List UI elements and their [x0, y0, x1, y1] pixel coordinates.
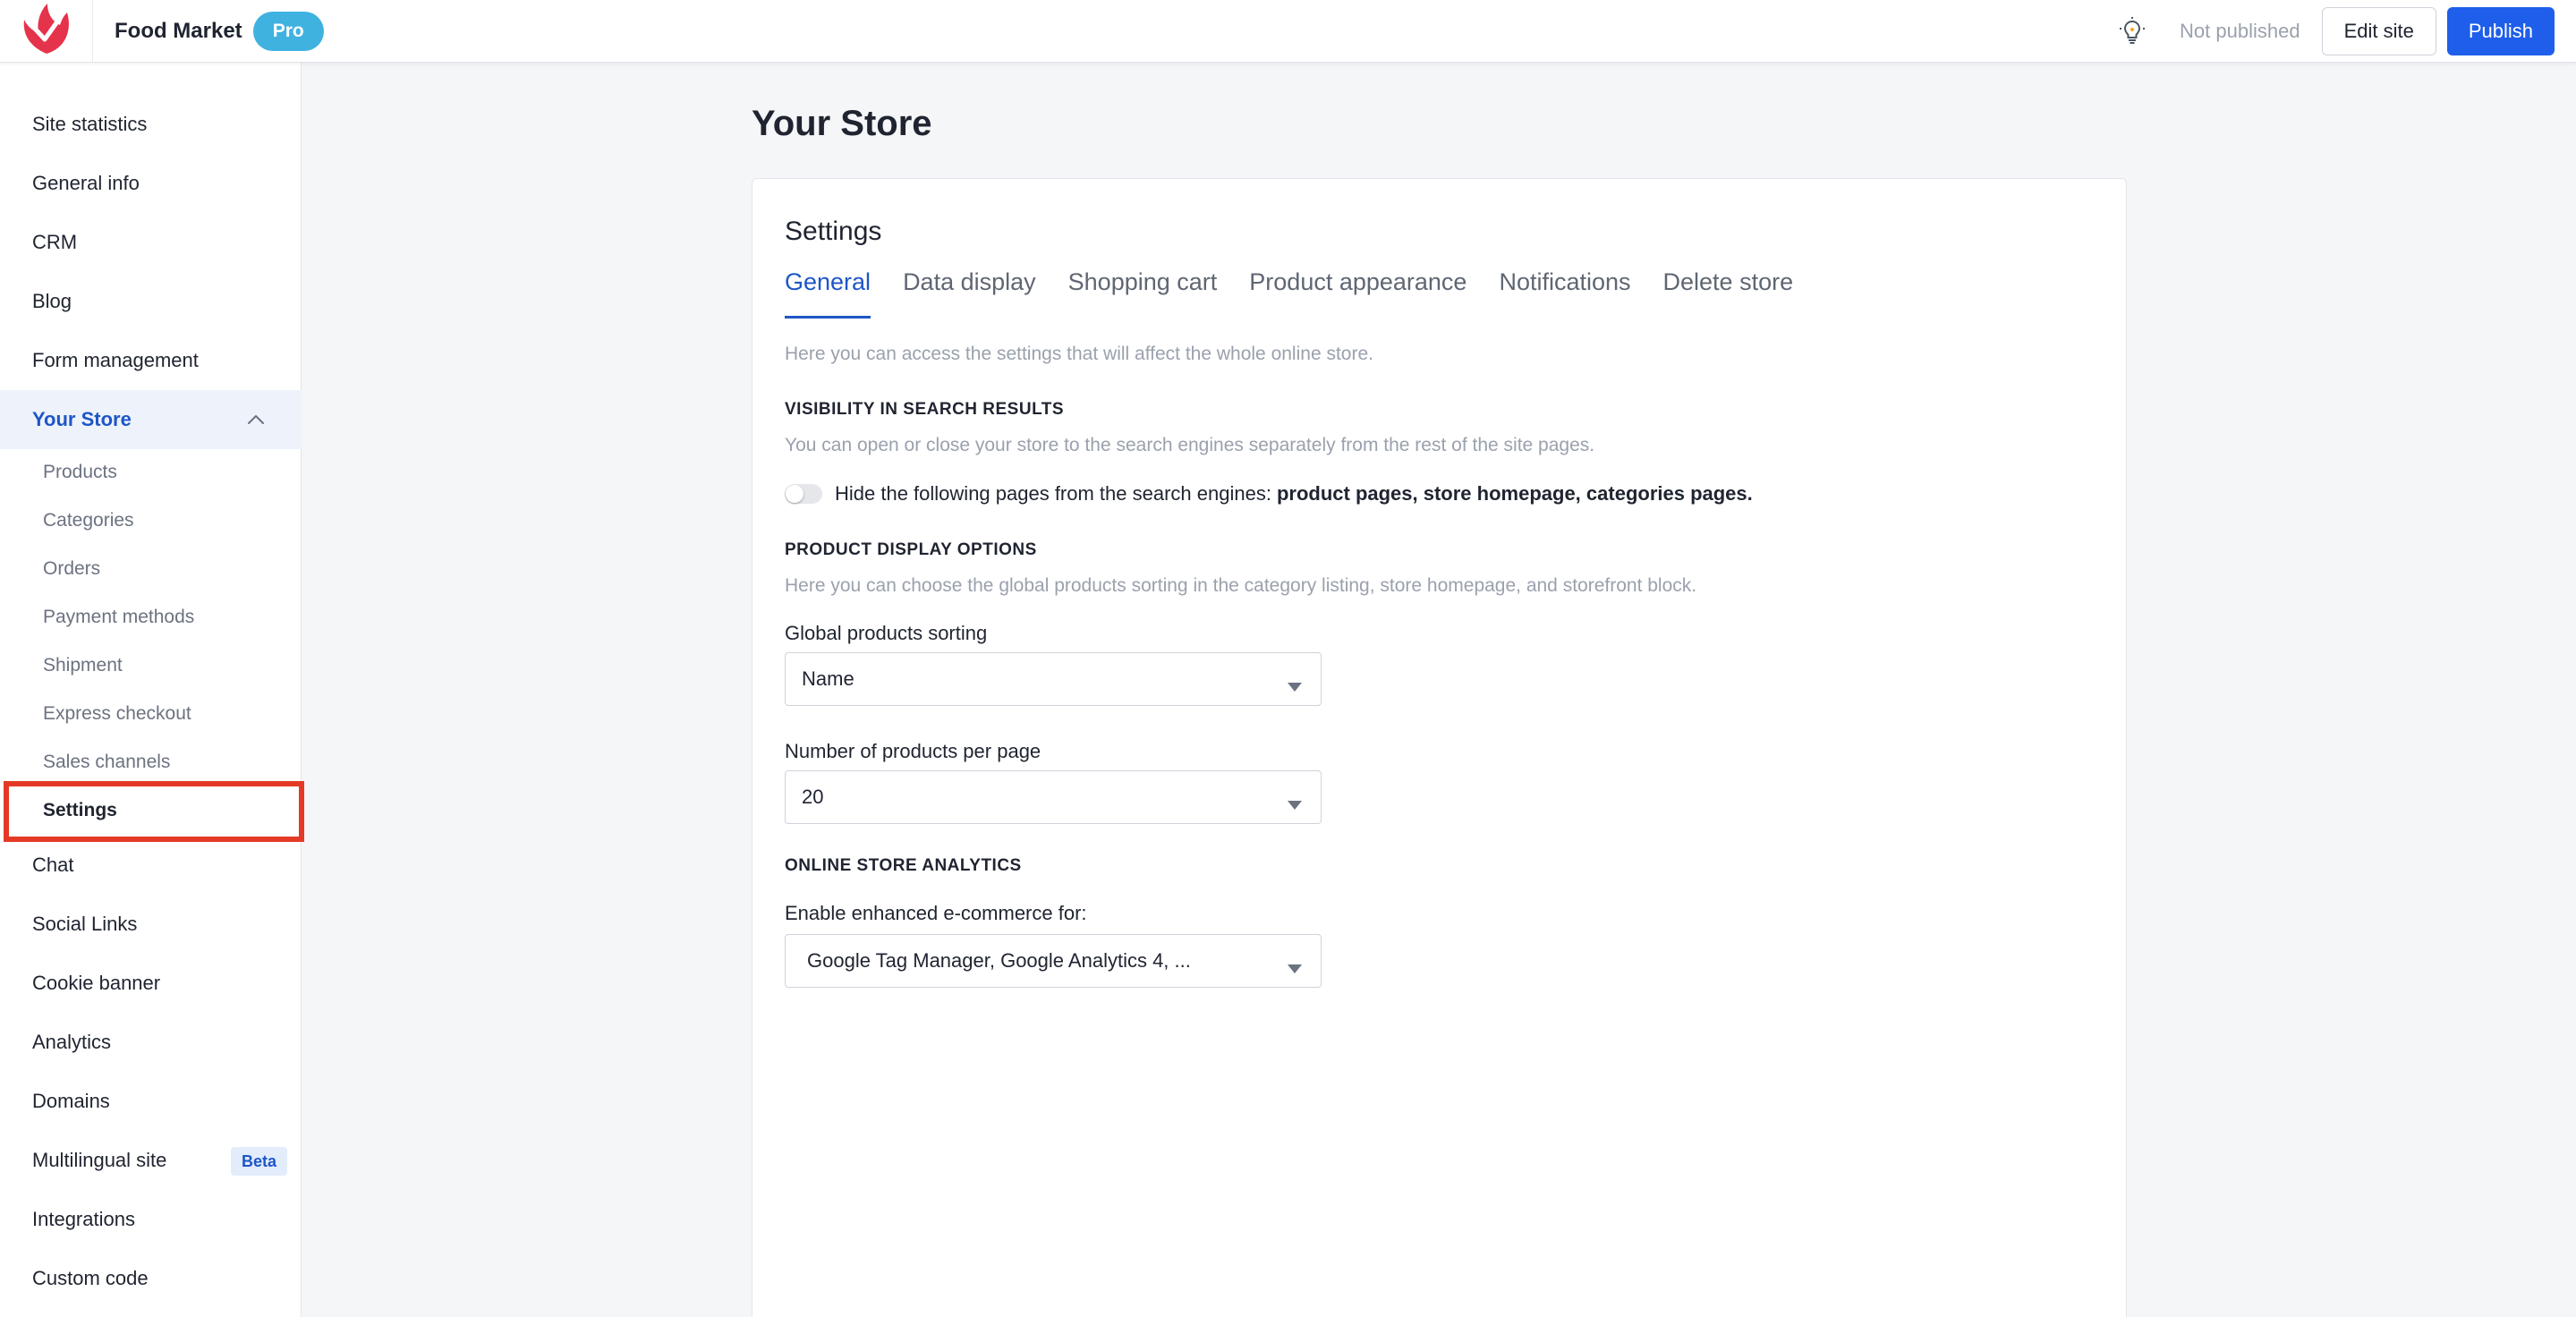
visibility-heading: VISIBILITY IN SEARCH RESULTS: [785, 400, 1065, 419]
hide-pages-toggle[interactable]: [785, 484, 822, 504]
per-page-value: 20: [802, 786, 824, 808]
sidebar-item-blog[interactable]: Blog: [0, 272, 302, 331]
intro-text: Here you can access the settings that wi…: [785, 344, 1373, 364]
brand-logo-icon[interactable]: [21, 2, 72, 60]
tab-general[interactable]: General: [785, 268, 871, 319]
analytics-heading: ONLINE STORE ANALYTICS: [785, 856, 1022, 875]
sidebar-item-domains[interactable]: Domains: [0, 1072, 302, 1131]
top-header: Food Market Pro Not published Edit site …: [0, 0, 2576, 63]
sidebar-item-custom-code[interactable]: Custom code: [0, 1249, 302, 1308]
sidebar-item-label: Settings: [43, 800, 117, 820]
sidebar-item-label: CRM: [32, 231, 78, 253]
sidebar-item-label: Custom code: [32, 1267, 149, 1289]
publish-status: Not published: [2180, 20, 2300, 42]
sidebar-item-form-management[interactable]: Form management: [0, 331, 302, 390]
per-page-label: Number of products per page: [785, 740, 1041, 762]
sidebar-item-integrations[interactable]: Integrations: [0, 1190, 302, 1249]
edit-site-button[interactable]: Edit site: [2321, 7, 2436, 55]
sidebar-subitem-products[interactable]: Products: [0, 448, 302, 497]
sidebar-item-label: Domains: [32, 1090, 110, 1112]
sidebar-subitem-payment-methods[interactable]: Payment methods: [0, 593, 302, 642]
hide-pages-row: Hide the following pages from the search…: [785, 482, 1753, 506]
sidebar-item-cookie-banner[interactable]: Cookie banner: [0, 954, 302, 1013]
sidebar-item-label: Multilingual site: [32, 1149, 167, 1171]
sidebar-subitem-orders[interactable]: Orders: [0, 545, 302, 593]
card-title: Settings: [785, 217, 882, 246]
tab-product-appearance[interactable]: Product appearance: [1249, 268, 1467, 319]
display-heading: PRODUCT DISPLAY OPTIONS: [785, 540, 1037, 559]
sidebar-item-label: Products: [43, 462, 117, 482]
sidebar-item-your-store[interactable]: Your Store: [0, 390, 302, 449]
sidebar-item-label: Categories: [43, 510, 134, 531]
sidebar: Site statistics General info CRM Blog Fo…: [0, 63, 302, 1317]
toggle-label-bold: product pages, store homepage, categorie…: [1276, 482, 1753, 505]
ecommerce-value: Google Tag Manager, Google Analytics 4, …: [807, 949, 1191, 972]
sidebar-subitem-express-checkout[interactable]: Express checkout: [0, 690, 302, 738]
sidebar-item-label: Blog: [32, 290, 72, 312]
sidebar-item-label: Integrations: [32, 1208, 135, 1230]
tab-delete-store[interactable]: Delete store: [1663, 268, 1794, 319]
sidebar-item-label: Orders: [43, 558, 101, 579]
sidebar-subitem-sales-channels[interactable]: Sales channels: [0, 738, 302, 786]
sidebar-item-label: Social Links: [32, 913, 138, 935]
header-actions: Not published Edit site Publish: [2117, 0, 2555, 63]
sidebar-item-site-statistics[interactable]: Site statistics: [0, 95, 302, 154]
sidebar-item-label: Cookie banner: [32, 972, 161, 994]
visibility-description: You can open or close your store to the …: [785, 435, 1595, 455]
toggle-label: Hide the following pages from the search…: [835, 482, 1271, 505]
tab-data-display[interactable]: Data display: [903, 268, 1036, 319]
page-title: Your Store: [752, 104, 932, 143]
sidebar-item-chat[interactable]: Chat: [0, 836, 302, 895]
sorting-label: Global products sorting: [785, 622, 988, 644]
sidebar-item-label: Form management: [32, 349, 199, 371]
sidebar-item-label: Chat: [32, 854, 74, 876]
per-page-select[interactable]: 20: [785, 770, 1322, 824]
sidebar-item-label: General info: [32, 172, 140, 194]
toggle-knob: [786, 485, 803, 503]
sidebar-item-label: Site statistics: [32, 113, 148, 135]
sidebar-item-general-info[interactable]: General info: [0, 154, 302, 213]
sidebar-item-multilingual-site[interactable]: Multilingual site Beta: [0, 1131, 302, 1190]
display-description: Here you can choose the global products …: [785, 575, 1697, 596]
sidebar-item-social-links[interactable]: Social Links: [0, 895, 302, 954]
tab-shopping-cart[interactable]: Shopping cart: [1068, 268, 1218, 319]
caret-down-icon: [1287, 793, 1303, 816]
sidebar-item-analytics[interactable]: Analytics: [0, 1013, 302, 1072]
caret-down-icon: [1287, 956, 1303, 980]
settings-tabs: General Data display Shopping cart Produ…: [785, 268, 1825, 319]
sidebar-item-label: Express checkout: [43, 703, 191, 724]
sorting-select[interactable]: Name: [785, 652, 1322, 706]
sidebar-subitem-shipment[interactable]: Shipment: [0, 642, 302, 690]
site-name[interactable]: Food Market: [115, 19, 242, 44]
sidebar-item-label: Your Store: [32, 408, 132, 430]
settings-card: Settings General Data display Shopping c…: [752, 178, 2127, 1317]
lightbulb-icon[interactable]: [2117, 16, 2147, 47]
tab-notifications[interactable]: Notifications: [1499, 268, 1630, 319]
sidebar-subitem-settings[interactable]: Settings: [0, 786, 302, 835]
sorting-value: Name: [802, 667, 854, 690]
sidebar-item-crm[interactable]: CRM: [0, 213, 302, 272]
sidebar-item-label: Shipment: [43, 655, 123, 675]
sidebar-subitem-categories[interactable]: Categories: [0, 497, 302, 545]
publish-button[interactable]: Publish: [2446, 7, 2555, 55]
ecommerce-label: Enable enhanced e-commerce for:: [785, 902, 1087, 924]
plan-badge[interactable]: Pro: [252, 11, 324, 51]
beta-badge: Beta: [230, 1147, 287, 1176]
ecommerce-multiselect[interactable]: Google Tag Manager, Google Analytics 4, …: [785, 934, 1322, 988]
sidebar-item-label: Payment methods: [43, 607, 195, 627]
chevron-up-icon[interactable]: [246, 410, 266, 435]
sidebar-item-label: Sales channels: [43, 752, 171, 772]
logo-container: [0, 0, 93, 63]
caret-down-icon: [1287, 675, 1303, 698]
sidebar-item-label: Analytics: [32, 1031, 112, 1053]
